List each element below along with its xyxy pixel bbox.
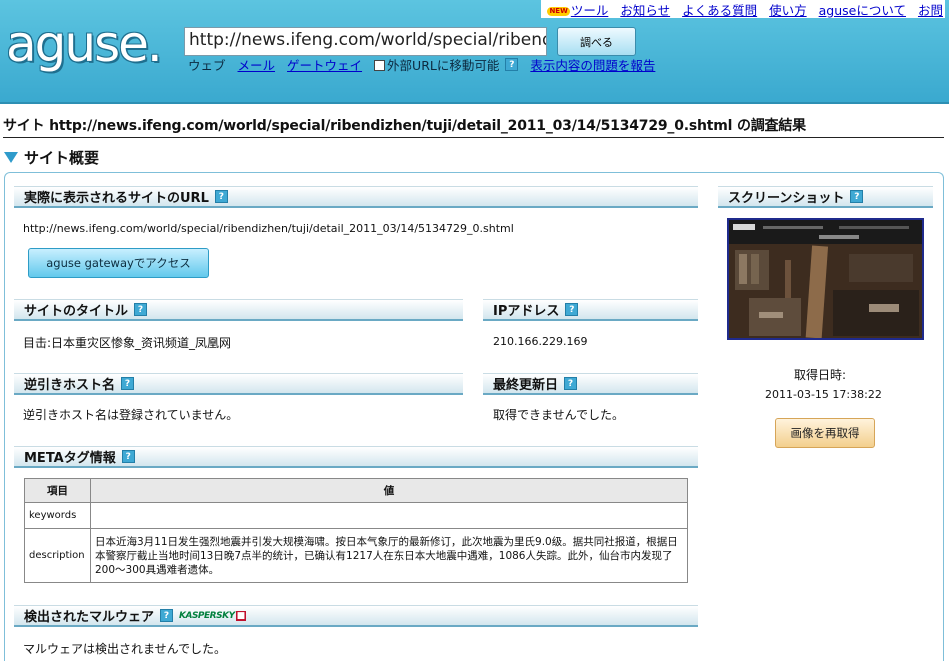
page-title-prefix: サイト (3, 118, 45, 134)
sub-nav-web[interactable]: ウェブ (188, 55, 226, 74)
fetched-label: 取得日時: (794, 368, 847, 382)
aguse-logo[interactable]: aguse. (6, 14, 163, 74)
column-header-item: 項目 (24, 478, 91, 503)
help-icon[interactable]: ? (505, 58, 519, 71)
help-icon[interactable]: ? (850, 190, 864, 203)
last-modified-header: 最終更新日 ? (483, 373, 698, 395)
kaspersky-logo[interactable]: KASPERSKY ■ (179, 610, 246, 621)
nav-link-contact[interactable]: お問 (918, 0, 943, 19)
page-title: サイト http://news.ifeng.com/world/special/… (3, 115, 944, 138)
meta-key: description (24, 528, 91, 583)
table-header-row: 項目 値 (24, 478, 688, 503)
page-title-suffix: の調査結果 (736, 118, 806, 134)
screenshot-image (729, 220, 922, 338)
ip-address-label: IPアドレス (493, 304, 560, 319)
last-modified-label: 最終更新日 (493, 378, 559, 393)
external-url-option[interactable]: 外部URLに移動可能 (374, 55, 499, 74)
site-title-value: 目击:日本重灾区惨象_资讯频道_凤凰网 (23, 336, 232, 350)
ip-address-value: 210.166.229.169 (493, 335, 588, 348)
kaspersky-logo-text: KASPERSKY (179, 610, 235, 621)
nav-link-howto[interactable]: 使い方 (769, 0, 807, 19)
report-problem-link[interactable]: 表示内容の問題を報告 (530, 55, 655, 74)
meta-value: 日本近海3月11日发生强烈地震并引发大规模海啸。按日本气象厅的最新修订，此次地震… (90, 528, 688, 583)
external-url-checkbox[interactable] (374, 60, 386, 71)
malware-value: マルウェアは検出されませんでした。 (23, 642, 227, 656)
nav-link-about[interactable]: aguseについて (819, 0, 906, 19)
actual-url-value: http://news.ifeng.com/world/special/ribe… (23, 222, 514, 235)
malware-header: 検出されたマルウェア ? KASPERSKY ■ (14, 605, 698, 627)
meta-tag-label: METAタグ情報 (24, 451, 116, 466)
table-row: keywords (24, 502, 688, 529)
help-icon[interactable]: ? (121, 377, 135, 390)
aguse-gateway-button[interactable]: aguse gatewayでアクセス (28, 248, 209, 278)
meta-tag-header: METAタグ情報 ? (14, 446, 698, 468)
new-badge: NEW (547, 6, 570, 16)
reverse-dns-value: 逆引きホスト名は登録されていません。 (23, 408, 239, 422)
top-nav: NEW ツール お知らせ よくある質問 使い方 aguseについて お問 (541, 0, 945, 18)
help-icon[interactable]: ? (565, 303, 579, 316)
site-title-label: サイトのタイトル (24, 304, 129, 319)
sub-nav-mail[interactable]: メール (238, 55, 276, 74)
collapse-triangle-icon[interactable] (4, 152, 18, 163)
site-overview-label: サイト概要 (24, 149, 100, 167)
reverse-dns-header: 逆引きホスト名 ? (14, 373, 463, 395)
search-button[interactable]: 調べる (557, 27, 636, 56)
column-header-value: 値 (90, 478, 688, 503)
reverse-dns-label: 逆引きホスト名 (24, 378, 116, 393)
help-icon[interactable]: ? (564, 377, 578, 390)
ip-address-header: IPアドレス ? (483, 299, 698, 321)
sub-nav-gateway[interactable]: ゲートウェイ (287, 55, 362, 74)
site-overview-heading[interactable]: サイト概要 (4, 147, 99, 168)
header-bar: aguse. NEW ツール お知らせ よくある質問 使い方 aguseについて … (0, 0, 949, 104)
help-icon[interactable]: ? (121, 450, 135, 463)
help-icon[interactable]: ? (160, 609, 174, 622)
actual-url-label: 実際に表示されるサイトのURL (24, 191, 209, 206)
fetched-datetime: 2011-03-15 17:38:22 (765, 388, 882, 401)
page-title-url: http://news.ifeng.com/world/special/ribe… (49, 118, 733, 134)
meta-key: keywords (24, 502, 91, 529)
reget-image-button[interactable]: 画像を再取得 (775, 418, 875, 448)
help-icon[interactable]: ? (214, 190, 228, 203)
meta-value (90, 502, 688, 529)
last-modified-value: 取得できませんでした。 (493, 408, 625, 422)
site-title-header: サイトのタイトル ? (14, 299, 463, 321)
help-icon[interactable]: ? (134, 303, 148, 316)
nav-link-news[interactable]: お知らせ (620, 0, 670, 19)
meta-tag-table: 項目 値 keywords description 日本近海3月11日发生强烈地… (24, 478, 688, 583)
nav-link-faq[interactable]: よくある質問 (682, 0, 757, 19)
site-screenshot-thumbnail[interactable] (727, 218, 924, 340)
nav-link-tools[interactable]: ツール (571, 3, 609, 18)
screenshot-label: スクリーンショット (728, 191, 845, 206)
malware-label: 検出されたマルウェア (24, 610, 155, 625)
table-row: description 日本近海3月11日发生强烈地震并引发大规模海啸。按日本气… (24, 528, 688, 583)
nav-tools[interactable]: NEW ツール (547, 0, 608, 19)
screenshot-header: スクリーンショット ? (718, 186, 933, 208)
external-url-label: 外部URLに移動可能 (387, 58, 500, 73)
actual-url-header: 実際に表示されるサイトのURL ? (14, 186, 698, 208)
sub-nav: ウェブ メール ゲートウェイ 外部URLに移動可能 ? 表示内容の問題を報告 (188, 55, 655, 74)
url-input[interactable]: http://news.ifeng.com/world/special/ribe… (184, 27, 547, 56)
